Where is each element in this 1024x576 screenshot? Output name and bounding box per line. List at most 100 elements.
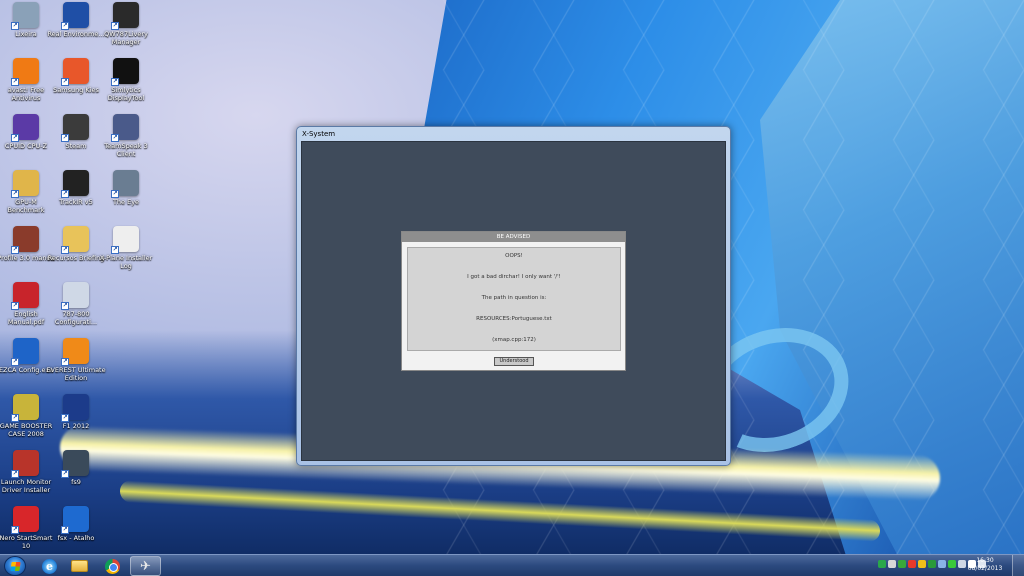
game-booster-icon: ↗ (11, 394, 39, 422)
samsung-kies-icon: ↗ (61, 58, 89, 86)
desktop-shortcut[interactable]: ↗ English Manual.pdf (0, 282, 54, 336)
tray-icon[interactable] (948, 560, 956, 568)
shortcut-arrow-icon: ↗ (61, 470, 69, 478)
clock-date: 08/02/2013 (967, 565, 1003, 572)
airplane-icon: ↗ (61, 450, 89, 478)
dialog-line-source: (xmap.cpp:172) (492, 337, 536, 343)
rex-icon: ↗ (61, 2, 89, 30)
desktop-shortcut[interactable]: ↗ GPU-M Benchmark (0, 170, 54, 224)
desktop-shortcut[interactable]: ↗ F1 2012 (48, 394, 104, 448)
shortcut-arrow-icon: ↗ (111, 22, 119, 30)
dialog-line-path-intro: The path in question is: (481, 295, 547, 301)
desktop-shortcut-label: fs9 (71, 478, 81, 486)
gpu-m-icon: ↗ (11, 170, 39, 198)
desktop-shortcut[interactable]: ↗ The Eye (98, 170, 154, 224)
taskbar-clock[interactable]: 16:30 08/02/2013 (964, 557, 1006, 573)
tray-icon[interactable] (908, 560, 916, 568)
desktop-shortcut[interactable]: ↗ TrackIR v5 (48, 170, 104, 224)
shortcut-arrow-icon: ↗ (11, 134, 19, 142)
f1-2012-icon: ↗ (61, 394, 89, 422)
desktop-shortcut-label: TeamSpeak 3 Client (104, 142, 148, 158)
desktop-shortcut[interactable]: ↗ Lixeira (0, 2, 54, 56)
taskbar-internet-explorer[interactable]: e (34, 556, 65, 576)
desktop-shortcut[interactable]: ↗ Real Environme... (47, 2, 105, 56)
desktop-shortcut[interactable]: ↗ Recursos Briefing (48, 226, 104, 280)
start-button[interactable] (4, 556, 26, 576)
shortcut-arrow-icon: ↗ (111, 78, 119, 86)
cpu-z-icon: ↗ (11, 114, 39, 142)
desktop-shortcut[interactable]: ↗ fsx - Atalho (48, 506, 104, 560)
understood-button[interactable]: Understood (494, 357, 534, 366)
shortcut-arrow-icon: ↗ (61, 414, 69, 422)
desktop-shortcut[interactable]: ↗ Profile 3.0 manda (0, 226, 55, 280)
shortcut-arrow-icon: ↗ (61, 358, 69, 366)
shortcut-arrow-icon: ↗ (11, 246, 19, 254)
shortcut-arrow-icon: ↗ (11, 78, 19, 86)
tray-icon[interactable] (928, 560, 936, 568)
desktop-shortcut-label: The Eye (112, 198, 140, 206)
desktop-shortcut[interactable]: ↗ Simlytics DisplayTool (98, 58, 154, 112)
dialog-line-oops: OOPS! (505, 253, 523, 259)
desktop-shortcut[interactable]: ↗ QW787Livery Manager (98, 2, 154, 56)
desktop-shortcut[interactable]: ↗ Samsung Kies (48, 58, 104, 112)
shortcut-arrow-icon: ↗ (61, 22, 69, 30)
desktop-shortcut[interactable]: ↗ avast! Free Antivirus (0, 58, 54, 112)
desktop-shortcut[interactable]: ↗ 787-800 Configurati... (48, 282, 104, 336)
tray-icon[interactable] (878, 560, 886, 568)
dialog-line-bad-dirchar: I got a bad dirchar! I only want '/'! (467, 274, 561, 280)
shortcut-arrow-icon: ↗ (11, 358, 19, 366)
taskbar-x-plane[interactable]: ✈ (130, 556, 161, 576)
profile-photo-icon: ↗ (11, 226, 39, 254)
window-title[interactable]: X-System (297, 127, 730, 141)
desktop-shortcut[interactable]: ↗ X-Plane Installer Log (98, 226, 154, 280)
desktop-shortcut[interactable]: ↗ Nero StartSmart 10 (0, 506, 54, 560)
shortcut-arrow-icon: ↗ (61, 134, 69, 142)
recycle-bin-icon: ↗ (11, 2, 39, 30)
dialog-message-box: OOPS! I got a bad dirchar! I only want '… (407, 247, 621, 351)
desktop-shortcut[interactable]: ↗ Launch Monitor Driver Installer (0, 450, 54, 504)
desktop-shortcut[interactable]: ↗ EVEREST Ultimate Edition (46, 338, 106, 392)
shortcut-arrow-icon: ↗ (61, 190, 69, 198)
everest-icon: ↗ (61, 338, 89, 366)
desktop-shortcut[interactable]: ↗ GAME BOOSTER CASE 2008 (0, 394, 54, 448)
dialog-title: BE ADVISED (402, 232, 625, 242)
shortcut-arrow-icon: ↗ (61, 302, 69, 310)
internet-explorer-icon: e (42, 558, 57, 574)
ezca-icon: ↗ (11, 338, 39, 366)
taskbar: e ✈ 16:30 08/02/2013 (0, 554, 1024, 576)
desktop-shortcut-label: X-Plane Installer Log (99, 254, 153, 270)
tray-icon[interactable] (898, 560, 906, 568)
shortcut-arrow-icon: ↗ (111, 134, 119, 142)
tray-icon[interactable] (938, 560, 946, 568)
desktop-shortcut[interactable]: ↗ EZCA Config.exe (0, 338, 54, 392)
tray-icon[interactable] (918, 560, 926, 568)
shortcut-arrow-icon: ↗ (61, 526, 69, 534)
shortcut-arrow-icon: ↗ (61, 246, 69, 254)
shortcut-arrow-icon: ↗ (111, 190, 119, 198)
x-plane-icon: ✈ (140, 558, 151, 574)
shortcut-arrow-icon: ↗ (11, 470, 19, 478)
shortcut-arrow-icon: ↗ (111, 246, 119, 254)
desktop-shortcut-label: EVEREST Ultimate Edition (46, 366, 106, 382)
desktop-shortcut[interactable]: ↗ fs9 (48, 450, 104, 504)
dialog-line-path: RESOURCES:Portuguese.txt (476, 316, 552, 322)
desktop-shortcut[interactable]: ↗ Steam (48, 114, 104, 168)
pdf-icon: ↗ (11, 282, 39, 310)
desktop-shortcut[interactable]: ↗ TeamSpeak 3 Client (98, 114, 154, 168)
chrome-icon (105, 558, 120, 574)
globe-icon: ↗ (111, 170, 139, 198)
taskbar-chrome[interactable] (97, 556, 128, 576)
desktop-shortcut[interactable]: ↗ CPUID CPU-Z (0, 114, 54, 168)
show-desktop-button[interactable] (1012, 555, 1024, 576)
desktop-shortcut-label: Simlytics DisplayTool (107, 86, 145, 102)
shortcut-arrow-icon: ↗ (11, 22, 19, 30)
document-icon: ↗ (111, 226, 139, 254)
shortcut-arrow-icon: ↗ (11, 414, 19, 422)
fsx-icon: ↗ (61, 506, 89, 534)
shortcut-arrow-icon: ↗ (11, 190, 19, 198)
monitor-driver-icon: ↗ (11, 450, 39, 478)
tray-icon[interactable] (888, 560, 896, 568)
trackir-icon: ↗ (61, 170, 89, 198)
taskbar-file-explorer[interactable] (64, 556, 95, 576)
desktop-shortcut-label: 787-800 Configurati... (54, 310, 98, 326)
